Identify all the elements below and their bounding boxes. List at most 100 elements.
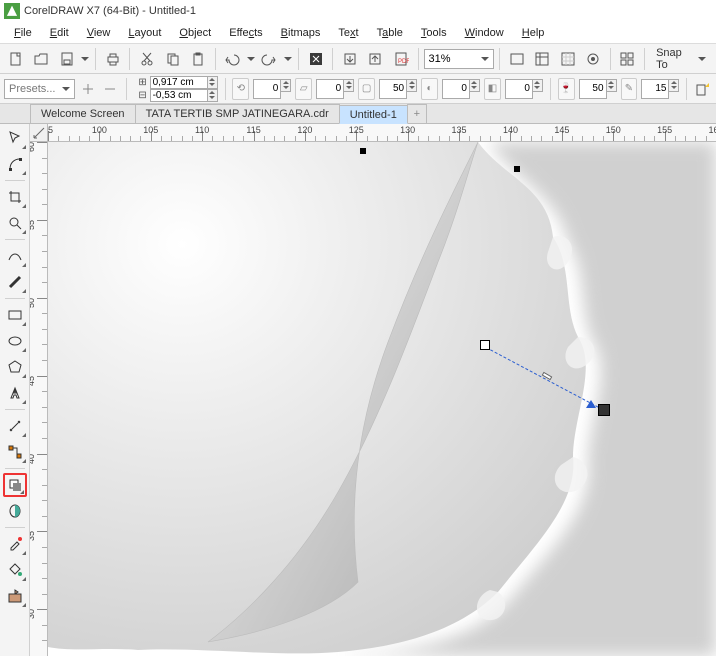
options-icon[interactable] bbox=[616, 47, 639, 71]
undo-dropdown-icon[interactable] bbox=[246, 47, 256, 71]
pad-icon[interactable]: ▢ bbox=[358, 78, 375, 100]
ruler-h-label: 130 bbox=[400, 125, 415, 135]
ruler-h-label: 115 bbox=[246, 125, 260, 135]
parallel-dimension-tool-icon[interactable] bbox=[3, 414, 27, 438]
menu-file[interactable]: File bbox=[6, 25, 40, 41]
menu-view[interactable]: View bbox=[79, 25, 119, 41]
accel-field[interactable]: 0 bbox=[442, 79, 470, 99]
print-icon[interactable] bbox=[101, 47, 124, 71]
text-tool-icon[interactable] bbox=[3, 381, 27, 405]
import-icon[interactable] bbox=[338, 47, 361, 71]
show-rulers-icon[interactable] bbox=[530, 47, 553, 71]
new-icon[interactable] bbox=[4, 47, 27, 71]
ruler-h-label: 140 bbox=[503, 125, 518, 135]
remove-preset-icon[interactable] bbox=[101, 77, 119, 101]
menu-window[interactable]: Window bbox=[457, 25, 512, 41]
shape-tool-icon[interactable] bbox=[3, 152, 27, 176]
publish-pdf-icon[interactable]: PDF bbox=[389, 47, 412, 71]
menu-text[interactable]: Text bbox=[330, 25, 366, 41]
skew-field[interactable]: 0 bbox=[316, 79, 344, 99]
artistic-media-tool-icon[interactable] bbox=[3, 270, 27, 294]
tab-add-icon[interactable]: + bbox=[407, 104, 427, 123]
show-grid-icon[interactable] bbox=[556, 47, 579, 71]
rectangle-tool-icon[interactable] bbox=[3, 303, 27, 327]
fullscreen-preview-icon[interactable] bbox=[505, 47, 528, 71]
page-artwork bbox=[48, 142, 716, 656]
copy-icon[interactable] bbox=[161, 47, 184, 71]
edge-field[interactable]: 0 bbox=[505, 79, 533, 99]
drop-shadow-tool-icon[interactable] bbox=[3, 473, 27, 497]
menu-table[interactable]: Table bbox=[369, 25, 411, 41]
menu-help[interactable]: Help bbox=[514, 25, 553, 41]
menu-effects[interactable]: Effects bbox=[221, 25, 270, 41]
feather-icon[interactable]: ✎ bbox=[621, 78, 638, 100]
search-content-icon[interactable] bbox=[304, 47, 327, 71]
skew-icon[interactable]: ▱ bbox=[295, 78, 312, 100]
selection-handle[interactable] bbox=[514, 166, 520, 172]
open-icon[interactable] bbox=[29, 47, 52, 71]
undo-icon[interactable] bbox=[221, 47, 244, 71]
drawing-canvas[interactable] bbox=[48, 142, 716, 656]
redo-dropdown-icon[interactable] bbox=[283, 47, 293, 71]
connector-tool-icon[interactable] bbox=[3, 440, 27, 464]
add-preset-icon[interactable] bbox=[79, 77, 97, 101]
shadow-end-handle[interactable] bbox=[598, 404, 610, 416]
transparency-tool-icon[interactable] bbox=[3, 499, 27, 523]
transparency-icon[interactable]: 🍷 bbox=[558, 78, 575, 100]
pick-tool-icon[interactable] bbox=[3, 126, 27, 150]
snap-to-dropdown[interactable]: Snap To bbox=[650, 45, 712, 73]
tab-file[interactable]: TATA TERTIB SMP JATINEGARA.cdr bbox=[135, 104, 340, 123]
ruler-v-label: 35 bbox=[30, 531, 36, 541]
interactive-fill-tool-icon[interactable] bbox=[3, 558, 27, 582]
redo-icon[interactable] bbox=[258, 47, 281, 71]
menu-object[interactable]: Object bbox=[171, 25, 219, 41]
x-spinner[interactable] bbox=[208, 76, 218, 89]
units-label: timeters bbox=[30, 586, 32, 618]
presets-select[interactable]: Presets... bbox=[4, 79, 75, 99]
feather-field[interactable]: 15 bbox=[641, 79, 669, 99]
smart-fill-tool-icon[interactable] bbox=[3, 584, 27, 608]
shadow-start-handle[interactable] bbox=[480, 340, 490, 350]
ellipse-tool-icon[interactable] bbox=[3, 329, 27, 353]
transparency-field[interactable]: 50 bbox=[579, 79, 607, 99]
selection-handle[interactable] bbox=[360, 148, 366, 154]
ruler-v-label: 45 bbox=[30, 376, 36, 386]
horizontal-ruler[interactable]: 9510010511011512012513013514014515015516… bbox=[48, 124, 716, 142]
copy-properties-icon[interactable] bbox=[694, 77, 712, 101]
property-bar: Presets... ⊞ 0,917 cm ⊟ -0,53 cm ⟲ 0 ▱ 0… bbox=[0, 74, 716, 104]
cut-icon[interactable] bbox=[135, 47, 158, 71]
ruler-h-label: 145 bbox=[554, 125, 569, 135]
workspace: 9510010511011512012513013514014515015516… bbox=[0, 124, 716, 656]
ruler-origin-icon[interactable] bbox=[30, 124, 48, 142]
y-spinner[interactable] bbox=[208, 89, 218, 102]
tab-welcome[interactable]: Welcome Screen bbox=[30, 104, 136, 123]
vertical-ruler[interactable]: 60555045403530 bbox=[30, 142, 48, 656]
save-dropdown-icon[interactable] bbox=[80, 47, 90, 71]
angle-icon[interactable]: ⟲ bbox=[232, 78, 249, 100]
pad-field[interactable]: 50 bbox=[379, 79, 407, 99]
app-icon bbox=[4, 3, 20, 19]
title-bar: CorelDRAW X7 (64-Bit) - Untitled-1 bbox=[0, 0, 716, 22]
accel-icon[interactable]: ◐ bbox=[421, 78, 438, 100]
x-position-field[interactable]: 0,917 cm bbox=[150, 76, 208, 89]
ruler-h-label: 135 bbox=[452, 125, 467, 135]
show-guidelines-icon[interactable] bbox=[581, 47, 604, 71]
edge-icon[interactable]: ◧ bbox=[484, 78, 501, 100]
menu-edit[interactable]: Edit bbox=[42, 25, 77, 41]
y-position-field[interactable]: -0,53 cm bbox=[150, 89, 208, 102]
menu-bitmaps[interactable]: Bitmaps bbox=[273, 25, 329, 41]
menu-layout[interactable]: Layout bbox=[120, 25, 169, 41]
crop-tool-icon[interactable] bbox=[3, 185, 27, 209]
shadow-direction-arrow-icon[interactable] bbox=[586, 400, 596, 408]
freehand-tool-icon[interactable] bbox=[3, 244, 27, 268]
paste-icon[interactable] bbox=[186, 47, 209, 71]
save-icon[interactable] bbox=[55, 47, 78, 71]
tab-untitled[interactable]: Untitled-1 bbox=[339, 105, 408, 124]
angle-field[interactable]: 0 bbox=[253, 79, 281, 99]
polygon-tool-icon[interactable] bbox=[3, 355, 27, 379]
export-icon[interactable] bbox=[364, 47, 387, 71]
zoom-level-select[interactable]: 31% bbox=[424, 49, 495, 69]
zoom-tool-icon[interactable] bbox=[3, 211, 27, 235]
menu-tools[interactable]: Tools bbox=[413, 25, 455, 41]
color-eyedropper-tool-icon[interactable] bbox=[3, 532, 27, 556]
